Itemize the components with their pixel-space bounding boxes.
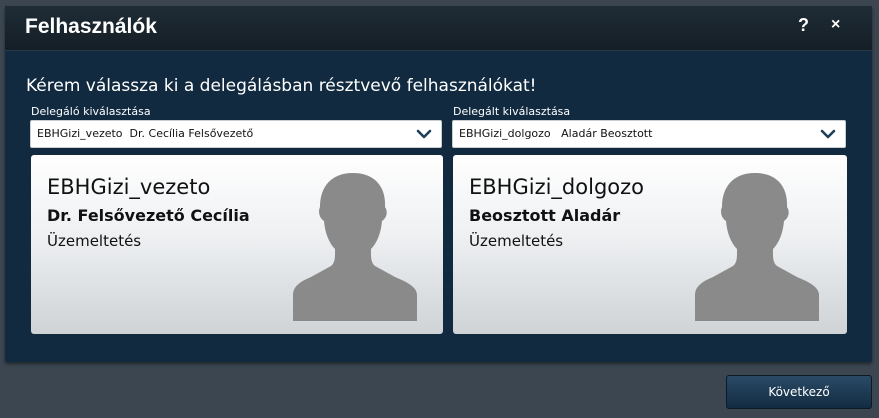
delegator-full-name: Dr. Felsővezető Cecília [47, 206, 250, 225]
help-button[interactable]: ? [798, 15, 809, 36]
dialog-title: Felhasználók [25, 15, 157, 38]
next-button[interactable]: Következő [726, 375, 872, 409]
delegate-full-name: Beosztott Aladár [469, 206, 621, 225]
delegate-label: Delegált kiválasztása [453, 105, 571, 118]
chevron-down-icon [820, 129, 836, 139]
delegator-user-card: EBHGizi_vezeto Dr. Felsővezető Cecília Ü… [31, 155, 443, 334]
chevron-down-icon [416, 129, 432, 139]
users-dialog: Felhasználók ? × Kérem válassza ki a del… [5, 6, 872, 362]
instruction-text: Kérem válassza ki a delegálásban résztve… [26, 76, 537, 96]
delegator-label: Delegáló kiválasztása [31, 105, 151, 118]
delegator-department: Üzemeltetés [47, 232, 142, 250]
dialog-titlebar: Felhasználók ? × [5, 6, 872, 51]
delegate-username: EBHGizi_dolgozo [469, 175, 644, 199]
delegator-select-value: EBHGizi_vezeto Dr. Cecília Felsővezető [37, 127, 254, 140]
close-button[interactable]: × [831, 16, 840, 34]
delegate-select[interactable]: EBHGizi_dolgozo Aladár Beosztott [452, 120, 846, 148]
delegator-select[interactable]: EBHGizi_vezeto Dr. Cecília Felsővezető [30, 120, 442, 148]
delegator-username: EBHGizi_vezeto [47, 175, 211, 199]
delegate-select-value: EBHGizi_dolgozo Aladár Beosztott [459, 127, 653, 140]
delegate-user-card: EBHGizi_dolgozo Beosztott Aladár Üzemelt… [453, 155, 847, 334]
person-silhouette-icon [293, 173, 417, 321]
person-silhouette-icon [695, 173, 819, 321]
delegate-department: Üzemeltetés [469, 232, 564, 250]
